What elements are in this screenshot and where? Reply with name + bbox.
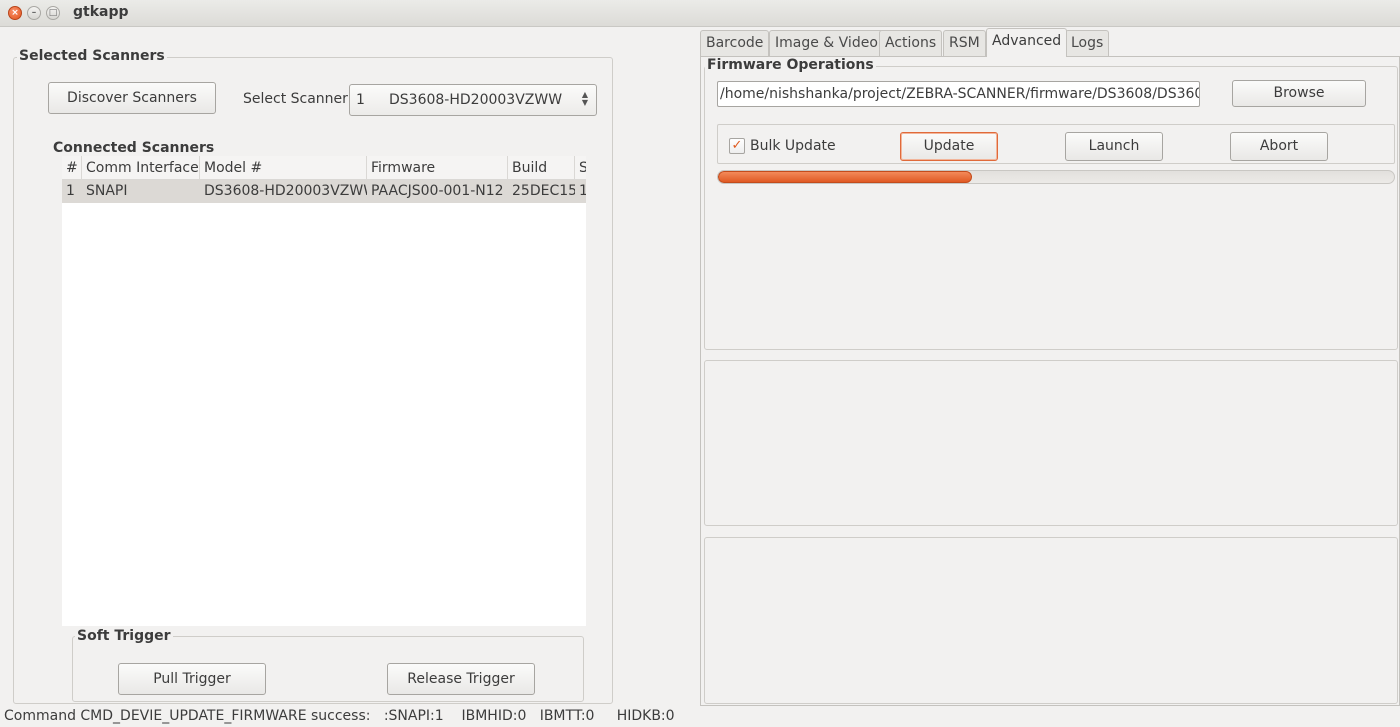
firmware-operations-label: Firmware Operations: [705, 57, 876, 73]
minimize-window-button[interactable]: –: [27, 6, 41, 20]
maximize-icon: □: [48, 8, 58, 18]
table-cell: DS3608-HD20003VZWW: [204, 183, 367, 199]
launch-button[interactable]: Launch: [1065, 132, 1163, 161]
empty-frame-middle: [704, 360, 1398, 526]
table-cell: PAACJS00-001-N12: [371, 183, 504, 199]
scanner-select-value: DS3608-HD20003VZWW: [389, 92, 563, 108]
table-cell: 1: [66, 183, 75, 199]
pull-trigger-button[interactable]: Pull Trigger: [118, 663, 266, 695]
bulk-update-label: Bulk Update: [750, 138, 836, 154]
release-trigger-button[interactable]: Release Trigger: [387, 663, 535, 695]
discover-scanners-button[interactable]: Discover Scanners: [48, 82, 216, 114]
progress-fill: [718, 171, 973, 183]
tab-barcode[interactable]: Barcode: [700, 30, 770, 56]
column-header-s[interactable]: S: [575, 156, 586, 180]
column-header-model[interactable]: Model #: [200, 156, 367, 180]
tab-advanced[interactable]: Advanced: [986, 28, 1068, 57]
connected-scanners-label: Connected Scanners: [53, 140, 215, 156]
maximize-window-button[interactable]: □: [46, 6, 60, 20]
selected-scanners-label: Selected Scanners: [17, 48, 167, 64]
tab-image-video[interactable]: Image & Video: [769, 30, 884, 56]
firmware-path-input[interactable]: /home/nishshanka/project/ZEBRA-SCANNER/f…: [717, 81, 1200, 107]
column-header-comm-interface[interactable]: Comm Interface: [82, 156, 200, 180]
minimize-icon: –: [31, 8, 37, 18]
scanner-select[interactable]: 1 DS3608-HD20003VZWW ▲ ▼: [349, 84, 597, 116]
status-bar-text: Command CMD_DEVIE_UPDATE_FIRMWARE succes…: [4, 708, 675, 724]
title-bar: × – □ gtkapp: [0, 0, 1400, 27]
soft-trigger-label: Soft Trigger: [75, 628, 173, 644]
select-scanner-label: Select Scanner: [243, 91, 348, 107]
window-title: gtkapp: [73, 4, 129, 20]
column-header-number[interactable]: #: [62, 156, 82, 180]
close-window-button[interactable]: ×: [8, 6, 22, 20]
updown-arrows-icon: ▲ ▼: [581, 90, 588, 107]
scanner-select-number: 1: [356, 92, 365, 108]
browse-button[interactable]: Browse: [1232, 80, 1366, 107]
tab-rsm[interactable]: RSM: [943, 30, 986, 56]
connected-scanners-table[interactable]: # Comm Interface Model # Firmware Build …: [62, 156, 586, 626]
tab-logs[interactable]: Logs: [1065, 30, 1110, 56]
firmware-progress-bar: [717, 170, 1395, 184]
table-cell: 1: [579, 183, 586, 199]
table-cell: 25DEC15: [512, 183, 575, 199]
column-header-build[interactable]: Build: [508, 156, 575, 180]
checkmark-icon: ✓: [731, 138, 743, 153]
table-cell: SNAPI: [86, 183, 128, 199]
tab-actions[interactable]: Actions: [879, 30, 943, 56]
update-button[interactable]: Update: [900, 132, 998, 161]
empty-frame-bottom: [704, 537, 1398, 704]
bulk-update-checkbox[interactable]: ✓: [729, 138, 745, 154]
column-header-firmware[interactable]: Firmware: [367, 156, 508, 180]
close-icon: ×: [11, 8, 19, 18]
firmware-operations-frame: [704, 66, 1398, 350]
abort-button[interactable]: Abort: [1230, 132, 1328, 161]
